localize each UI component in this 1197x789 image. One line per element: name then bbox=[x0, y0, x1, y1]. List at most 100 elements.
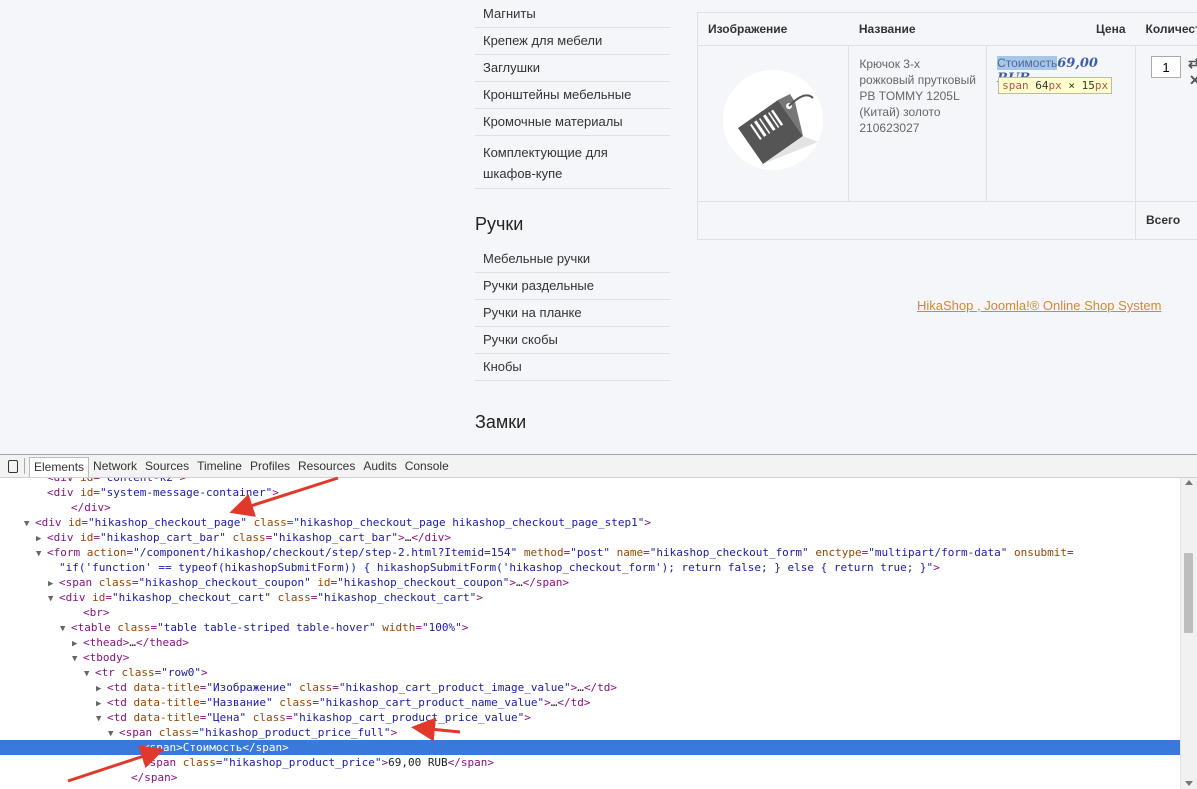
dom-node[interactable]: ▶ <thead>…</thead> bbox=[0, 635, 1181, 650]
dom-tree[interactable]: <div id="content-k2"><div id="system-mes… bbox=[0, 478, 1181, 789]
dom-token: > bbox=[476, 591, 483, 604]
dom-token: <div bbox=[47, 478, 80, 484]
dom-token: </thead> bbox=[135, 636, 189, 649]
dom-node[interactable]: <div id="system-message-container"> bbox=[0, 485, 1181, 500]
dom-token: "hikashop_cart_bar" bbox=[100, 531, 226, 544]
dom-token: </span> bbox=[522, 576, 569, 589]
dom-token: "hikashop_checkout_coupon" bbox=[337, 576, 510, 589]
dom-token: = bbox=[215, 756, 223, 769]
dom-token: "hikashop_checkout_cart" bbox=[112, 591, 271, 604]
dom-token: "multipart/form-data" bbox=[868, 546, 1008, 559]
quantity-input[interactable] bbox=[1151, 56, 1182, 78]
product-price-cell: Стоимость69,00 RUB span 64px × 15px bbox=[986, 45, 1137, 202]
dom-token: "hikashop_checkout_coupon" bbox=[138, 576, 311, 589]
scrollbar-thumb[interactable] bbox=[1184, 553, 1193, 633]
devtools-tab-timeline[interactable]: Timeline bbox=[193, 455, 246, 477]
refresh-icon[interactable]: ⇄ bbox=[1188, 55, 1197, 72]
product-image-cell bbox=[697, 45, 850, 202]
category-item[interactable]: Ручки раздельные bbox=[475, 273, 670, 300]
dom-token: class bbox=[299, 681, 333, 694]
dom-node[interactable]: ▼ <div id="hikashop_checkout_cart" class=… bbox=[0, 590, 1181, 605]
category-list-1: Магниты Крепеж для мебели Заглушки Кронштей… bbox=[475, 1, 670, 189]
category-item[interactable]: Комплектующие для шкафов-купе bbox=[475, 136, 670, 189]
category-item[interactable]: Кронштейны мебельные bbox=[475, 82, 670, 109]
dom-token bbox=[246, 711, 253, 724]
dom-node[interactable]: ▼ <span class="hikashop_product_price_ful… bbox=[0, 725, 1181, 740]
dom-node[interactable]: ▼ <table class="table table-striped table… bbox=[0, 620, 1181, 635]
dom-node[interactable]: ▶ <td data-title="Название" class="hikash… bbox=[0, 695, 1181, 710]
dom-token: id bbox=[80, 531, 94, 544]
dom-node[interactable]: ▶ <span class="hikashop_checkout_coupon" … bbox=[0, 575, 1181, 590]
devtools-tabbar: Elements Network Sources Timeline Profiles Re… bbox=[0, 454, 1197, 478]
dom-token bbox=[271, 591, 278, 604]
dom-token: class bbox=[158, 726, 192, 739]
dom-token: <span> bbox=[143, 741, 183, 754]
tab-separator bbox=[24, 458, 25, 474]
dom-token: 69,00 RUB bbox=[388, 756, 448, 769]
devtools-tab-elements[interactable]: Elements bbox=[29, 457, 90, 477]
product-image[interactable] bbox=[723, 70, 823, 170]
hikashop-footer-link[interactable]: HikaShop , Joomla!® Online Shop System bbox=[917, 298, 1161, 313]
cart-total-row: Всего bbox=[697, 201, 1197, 240]
category-item[interactable]: Мебельные ручки bbox=[475, 246, 670, 273]
dom-token: "Название" bbox=[206, 696, 273, 709]
dom-node-selected[interactable]: <span>Стоимость</span> bbox=[0, 740, 1181, 755]
devtools-panel: Elements Network Sources Timeline Profiles Re… bbox=[0, 454, 1197, 789]
dom-token: > bbox=[201, 666, 208, 679]
dom-token: > bbox=[509, 576, 516, 589]
dom-token: "hikashop_cart_product_image_value" bbox=[338, 681, 571, 694]
devtools-tab-audits[interactable]: Audits bbox=[359, 455, 400, 477]
devtools-tab-network[interactable]: Network bbox=[89, 455, 141, 477]
dom-token: <br> bbox=[83, 606, 110, 619]
category-item[interactable]: Магниты bbox=[475, 1, 670, 28]
dom-node[interactable]: <div id="content-k2"> bbox=[0, 478, 1181, 485]
dom-node[interactable]: </span> bbox=[0, 770, 1181, 785]
device-mode-icon[interactable] bbox=[8, 459, 18, 473]
dom-token: class bbox=[253, 516, 287, 529]
dom-token: = bbox=[332, 681, 339, 694]
category-item[interactable]: Ручки на планке bbox=[475, 300, 670, 327]
dom-node[interactable]: ▶ <div id="hikashop_cart_bar" class="hika… bbox=[0, 530, 1181, 545]
category-item[interactable]: Ручки скобы bbox=[475, 327, 670, 354]
dom-node[interactable]: ▼ <tbody> bbox=[0, 650, 1181, 665]
dom-token: <td bbox=[107, 696, 134, 709]
dom-node[interactable]: <span class="hikashop_product_price">69,… bbox=[0, 755, 1181, 770]
dom-token: class bbox=[252, 711, 286, 724]
dom-token: = bbox=[1066, 546, 1074, 559]
dom-node[interactable]: ▼ <div id="hikashop_checkout_page" class=… bbox=[0, 515, 1181, 530]
dom-node[interactable]: ▼ <form action="/component/hikashop/check… bbox=[0, 545, 1181, 560]
dom-token: = bbox=[191, 726, 199, 739]
dom-node[interactable]: </div> bbox=[0, 500, 1181, 515]
scroll-down-arrow-icon[interactable] bbox=[1185, 781, 1193, 786]
dom-token: </div> bbox=[411, 531, 452, 544]
dom-node[interactable]: ▼ <td data-title="Цена" class="hikashop_c… bbox=[0, 710, 1181, 725]
dom-token: "hikashop_cart_product_price_value" bbox=[292, 711, 525, 724]
dom-token: <tbody> bbox=[83, 651, 130, 664]
element-size-tooltip: span 64px × 15px bbox=[998, 77, 1113, 94]
category-item[interactable]: Заглушки bbox=[475, 55, 670, 82]
dom-token: "hikashop_product_price_full" bbox=[198, 726, 391, 739]
category-item[interactable]: Крепеж для мебели bbox=[475, 28, 670, 55]
dom-tree-scrollbar[interactable] bbox=[1180, 478, 1197, 789]
devtools-tab-console[interactable]: Console bbox=[401, 455, 453, 477]
product-quantity-cell: ⇄ ✕ bbox=[1136, 46, 1197, 202]
dom-node[interactable]: <br> bbox=[0, 605, 1181, 620]
dom-node[interactable]: "if('function' == typeof(hikashopSubmitF… bbox=[0, 560, 1181, 575]
dom-token: id bbox=[317, 576, 331, 589]
scroll-up-arrow-icon[interactable] bbox=[1185, 480, 1193, 485]
devtools-tabs: Elements Network Sources Timeline Profiles Re… bbox=[29, 455, 453, 477]
category-item[interactable]: Кромочные материалы bbox=[475, 109, 670, 136]
product-name[interactable]: Крючок 3-х рожковый прутковый РВ TOMMY 1… bbox=[859, 57, 976, 135]
dom-token: = bbox=[93, 478, 100, 484]
category-item[interactable]: Кнобы bbox=[475, 354, 670, 381]
dom-token: class bbox=[182, 756, 216, 769]
dom-token: data-title bbox=[133, 711, 200, 724]
cart-product-row: Крючок 3-х рожковый прутковый РВ TOMMY 1… bbox=[697, 45, 1197, 202]
dom-token: class bbox=[117, 621, 151, 634]
delete-icon[interactable]: ✕ bbox=[1189, 72, 1197, 89]
devtools-tab-resources[interactable]: Resources bbox=[294, 455, 359, 477]
dom-node[interactable]: ▼ <tr class="row0"> bbox=[0, 665, 1181, 680]
dom-node[interactable]: ▶ <td data-title="Изображение" class="hik… bbox=[0, 680, 1181, 695]
devtools-tab-sources[interactable]: Sources bbox=[141, 455, 193, 477]
devtools-tab-profiles[interactable]: Profiles bbox=[246, 455, 294, 477]
